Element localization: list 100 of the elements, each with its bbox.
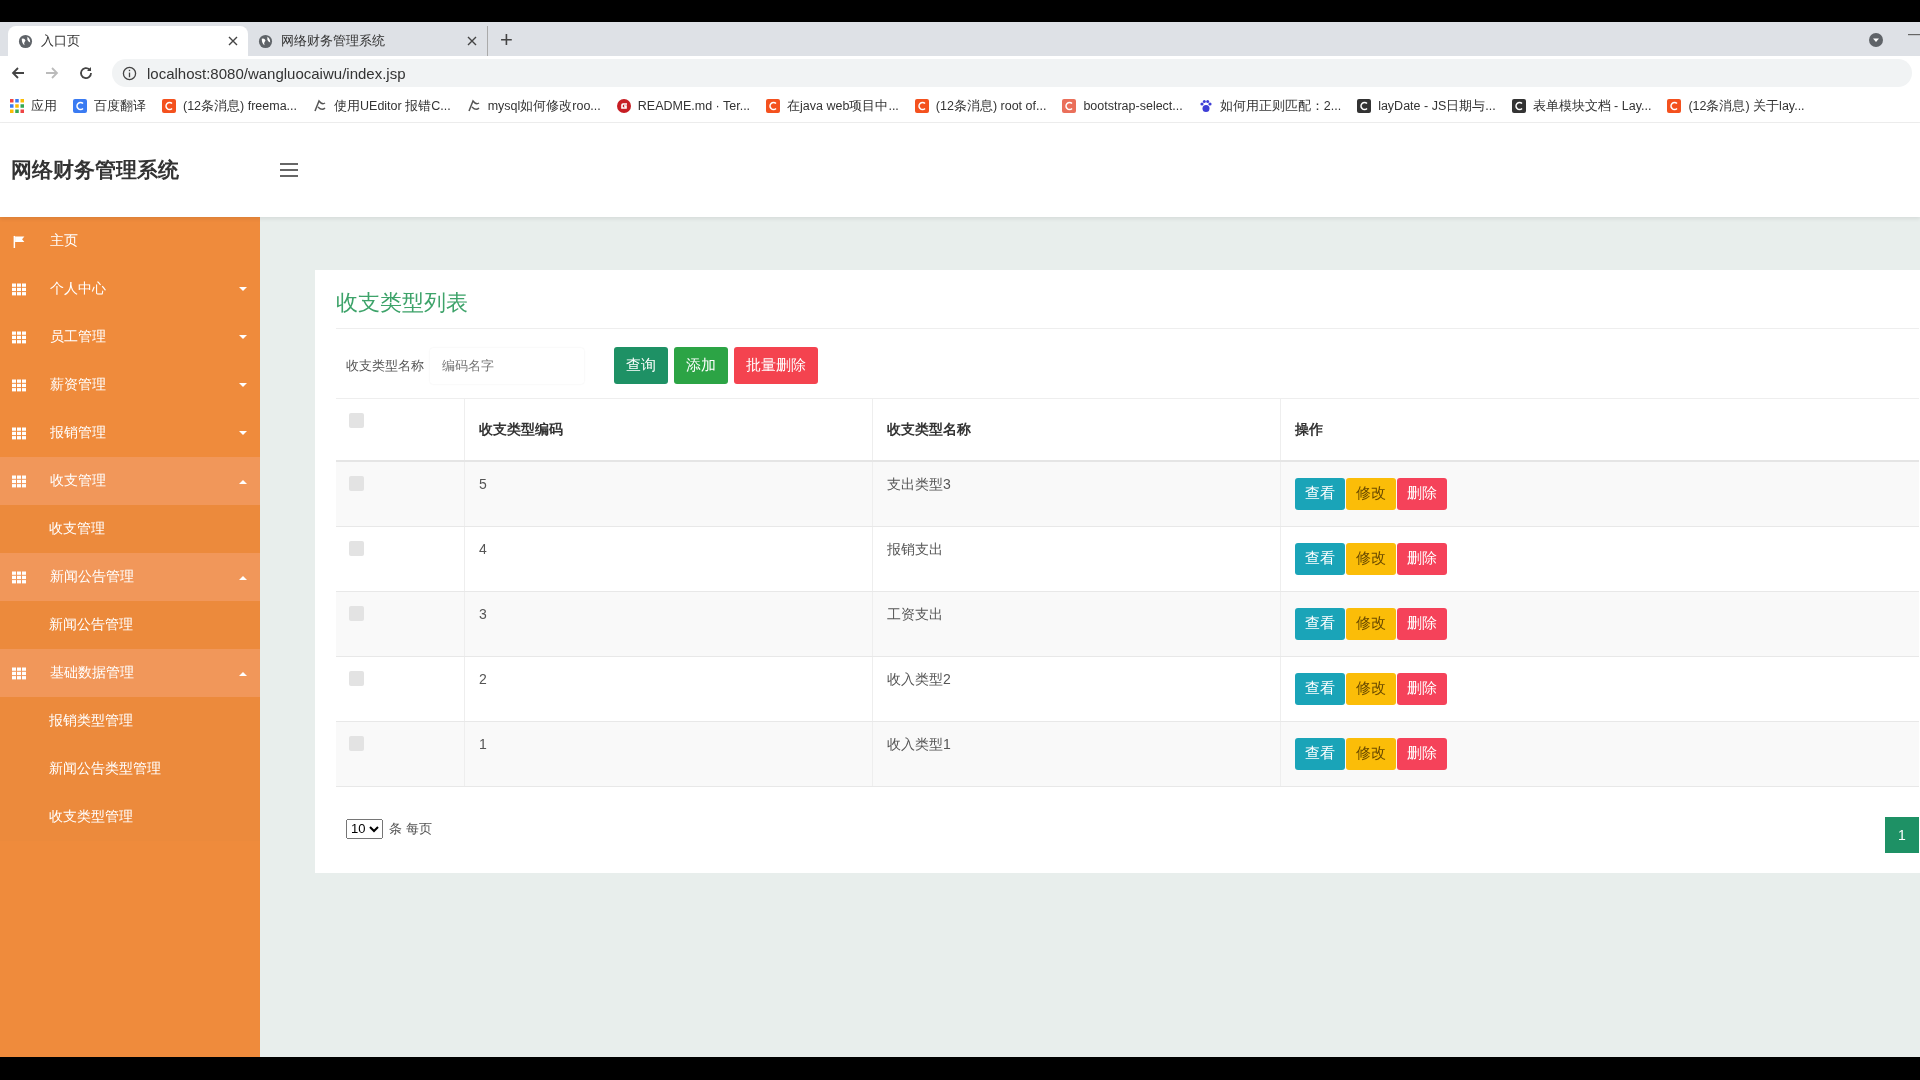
add-button[interactable]: 添加 [674,347,728,384]
edit-button[interactable]: 修改 [1346,607,1396,640]
globe-icon [18,33,33,49]
bookmark[interactable]: README.md · Ter... [616,99,751,113]
forward-icon[interactable] [44,65,60,81]
grid-icon [12,666,26,680]
bookmark[interactable]: (12条消息) root of... [914,97,1047,115]
grid-icon [12,378,26,392]
bookmark[interactable]: bootstrap-select... [1062,99,1183,113]
bookmark[interactable]: 在java web项目中... [766,97,899,115]
table-cell: 3 [464,591,873,656]
sidebar-item[interactable]: 报销管理 [0,409,260,457]
caret-icon [239,574,247,580]
view-button[interactable]: 查看 [1295,477,1345,510]
apps-icon [10,99,24,113]
sidebar-item[interactable]: 基础数据管理 [0,649,260,697]
checkbox[interactable] [349,413,364,428]
view-button[interactable]: 查看 [1295,672,1345,705]
back-icon[interactable] [10,65,26,81]
bookmark[interactable]: (12条消息) 关于lay... [1667,97,1805,115]
edit-button[interactable]: 修改 [1346,672,1396,705]
bookmark[interactable]: mysql如何修改roo... [466,97,601,115]
caret-icon [239,334,247,340]
table-cell: 收入类型1 [872,721,1281,786]
checkbox[interactable] [349,670,364,686]
edit-button[interactable]: 修改 [1346,477,1396,510]
view-button[interactable]: 查看 [1295,737,1345,770]
site-icon [1062,99,1077,113]
app-title: 网络财务管理系统 [10,157,180,183]
table-cell: 5 [464,461,873,526]
grid-icon [12,282,26,296]
caret-icon [239,430,247,436]
delete-button[interactable]: 删除 [1397,607,1447,640]
site-icon [73,99,87,113]
edit-button[interactable]: 修改 [1346,737,1396,770]
page-button[interactable]: 1 [1885,816,1919,853]
site-icon [914,99,929,113]
page-size-label: 条 每页 [389,819,432,838]
bookmark[interactable]: 应用 [10,97,57,115]
search-button[interactable]: 查询 [614,347,668,384]
sidebar-item[interactable]: 员工管理 [0,313,260,361]
table-cell: 报销支出 [872,526,1281,591]
bookmark[interactable]: layDate - JS日期与... [1357,97,1496,115]
panel-title: 收支类型列表 [336,284,1919,329]
table-cell: 支出类型3 [872,461,1281,526]
globe-icon [258,33,273,49]
table-cell: 收入类型2 [872,656,1281,721]
caret-icon [239,286,247,292]
bookmark[interactable]: (12条消息) freema... [162,97,298,115]
sidebar-item[interactable]: 收支管理 [0,457,260,505]
delete-button[interactable]: 删除 [1397,542,1447,575]
swirl-icon [466,99,481,113]
bookmark[interactable]: 如何用正则匹配：2... [1198,97,1342,115]
site-icon [162,99,176,113]
swirl-icon [313,99,328,113]
delete-button[interactable]: 删除 [1397,672,1447,705]
site-icon [616,99,631,113]
caret-icon [239,478,247,484]
sidebar-item[interactable]: 主页 [0,217,260,265]
search-field[interactable]: 编码名字 [430,347,584,384]
table-cell: 1 [464,721,873,786]
delete-button[interactable]: 删除 [1397,737,1447,770]
bookmark[interactable]: 表单模块文档 - Lay... [1511,97,1652,115]
site-icon [766,99,781,113]
caret-icon [239,382,247,388]
bookmark[interactable]: 百度翻译 [73,97,146,115]
site-icon [1511,99,1526,113]
paw-icon [1198,99,1213,113]
minimize-icon[interactable] [1908,34,1920,36]
close-icon[interactable] [228,36,238,46]
checkbox[interactable] [349,540,364,556]
site-icon [1357,99,1372,113]
edit-button[interactable]: 修改 [1346,542,1396,575]
table-cell: 2 [464,656,873,721]
table-cell: 4 [464,526,873,591]
reload-icon[interactable] [78,65,94,81]
close-icon[interactable] [467,36,477,46]
browser-tab[interactable]: 入口页 [8,26,248,56]
info-icon [122,65,137,81]
page-size-select[interactable]: 10 [346,818,383,839]
sidebar-item[interactable]: 个人中心 [0,265,260,313]
delete-button[interactable]: 删除 [1397,477,1447,510]
sidebar-item[interactable]: 新闻公告管理 [0,553,260,601]
bookmark[interactable]: 使用UEditor 报错C... [313,97,451,115]
grid-icon [12,330,26,344]
site-icon [1667,99,1682,113]
view-button[interactable]: 查看 [1295,542,1345,575]
delete-button[interactable]: 批量删除 [734,347,818,384]
table-cell: 工资支出 [872,591,1281,656]
search-label: 收支类型名称 [346,356,424,375]
dropdown-icon[interactable] [1868,32,1884,48]
new-tab-button[interactable]: + [500,26,513,54]
menu-icon[interactable] [280,163,298,177]
flag-icon [12,234,26,248]
grid-icon [12,474,26,488]
view-button[interactable]: 查看 [1295,607,1345,640]
grid-icon [12,426,26,440]
grid-icon [12,570,26,584]
sidebar-item[interactable]: 薪资管理 [0,361,260,409]
address-bar[interactable]: localhost:8080/wangluocaiwu/index.jsp [112,59,1912,87]
